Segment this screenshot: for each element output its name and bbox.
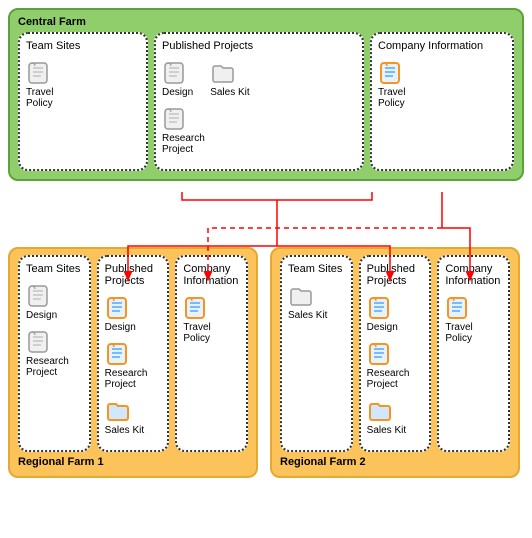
r2-team-sites-panel: Team Sites Sales Kit: [280, 255, 353, 452]
item-travel-policy: TravelPolicy: [378, 60, 506, 109]
panel-title: Company Information: [378, 40, 506, 52]
scroll-icon: [105, 295, 131, 321]
item-sales-kit: Sales Kit: [210, 60, 249, 98]
regional-farm-1-title: Regional Farm 1: [18, 456, 248, 468]
item-travel-policy: TravelPolicy: [26, 60, 140, 109]
item-label: TravelPolicy: [445, 322, 472, 344]
panel-title: PublishedProjects: [105, 263, 162, 287]
folder-icon: [367, 398, 393, 424]
item-label: ResearchProject: [367, 368, 410, 390]
regional-farm-2-title: Regional Farm 2: [280, 456, 510, 468]
scroll-icon: [183, 295, 209, 321]
item-design: Design: [367, 295, 424, 333]
item-label: Sales Kit: [288, 310, 327, 321]
item-label: Design: [105, 322, 136, 333]
item-research-project: ResearchProject: [105, 341, 162, 390]
scroll-icon: [26, 329, 52, 355]
panel-title: Published Projects: [162, 40, 356, 52]
item-design: Design: [26, 283, 83, 321]
central-published-projects-panel: Published Projects Design Sales Kit Rese…: [154, 32, 364, 171]
central-farm: Central Farm Team Sites TravelPolicy Pub…: [8, 8, 524, 181]
regional-farm-1: Team Sites Design ResearchProject Publis…: [8, 247, 258, 478]
item-label: Design: [26, 310, 57, 321]
scroll-icon: [26, 283, 52, 309]
central-farm-title: Central Farm: [18, 16, 514, 28]
item-travel-policy: TravelPolicy: [183, 295, 240, 344]
item-sales-kit: Sales Kit: [105, 398, 162, 436]
item-sales-kit: Sales Kit: [288, 283, 345, 321]
regional-farm-2: Team Sites Sales Kit PublishedProjects D…: [270, 247, 520, 478]
central-team-sites-panel: Team Sites TravelPolicy: [18, 32, 148, 171]
panel-title: PublishedProjects: [367, 263, 424, 287]
panel-title: CompanyInformation: [183, 263, 240, 287]
folder-icon: [105, 398, 131, 424]
scroll-icon: [162, 60, 188, 86]
folder-icon: [210, 60, 236, 86]
item-label: TravelPolicy: [378, 87, 405, 109]
scroll-icon: [378, 60, 404, 86]
regional2-panels: Team Sites Sales Kit PublishedProjects D…: [280, 255, 510, 452]
central-panels: Team Sites TravelPolicy Published Projec…: [18, 32, 514, 171]
item-label: ResearchProject: [26, 356, 69, 378]
panel-title: CompanyInformation: [445, 263, 502, 287]
item-design: Design: [162, 60, 193, 98]
item-label: TravelPolicy: [26, 87, 53, 109]
item-label: Design: [162, 87, 193, 98]
item-research-project: ResearchProject: [26, 329, 83, 378]
scroll-icon: [367, 295, 393, 321]
r1-company-info-panel: CompanyInformation TravelPolicy: [175, 255, 248, 452]
item-travel-policy: TravelPolicy: [445, 295, 502, 344]
scroll-icon: [445, 295, 471, 321]
item-research-project: ResearchProject: [367, 341, 424, 390]
regional1-panels: Team Sites Design ResearchProject Publis…: [18, 255, 248, 452]
item-sales-kit: Sales Kit: [367, 398, 424, 436]
panel-title: Team Sites: [26, 263, 83, 275]
item-label: Sales Kit: [367, 425, 406, 436]
item-label: ResearchProject: [162, 133, 205, 155]
r1-team-sites-panel: Team Sites Design ResearchProject: [18, 255, 91, 452]
item-label: Sales Kit: [210, 87, 249, 98]
item-label: ResearchProject: [105, 368, 148, 390]
scroll-icon: [162, 106, 188, 132]
item-label: TravelPolicy: [183, 322, 210, 344]
scroll-icon: [26, 60, 52, 86]
r1-published-projects-panel: PublishedProjects Design ResearchProject…: [97, 255, 170, 452]
folder-icon: [288, 283, 314, 309]
panel-title: Team Sites: [26, 40, 140, 52]
item-design: Design: [105, 295, 162, 333]
central-company-info-panel: Company Information TravelPolicy: [370, 32, 514, 171]
item-label: Design: [367, 322, 398, 333]
panel-title: Team Sites: [288, 263, 345, 275]
scroll-icon: [367, 341, 393, 367]
item-research-project: ResearchProject: [162, 106, 356, 155]
item-label: Sales Kit: [105, 425, 144, 436]
r2-company-info-panel: CompanyInformation TravelPolicy: [437, 255, 510, 452]
r2-published-projects-panel: PublishedProjects Design ResearchProject…: [359, 255, 432, 452]
scroll-icon: [105, 341, 131, 367]
